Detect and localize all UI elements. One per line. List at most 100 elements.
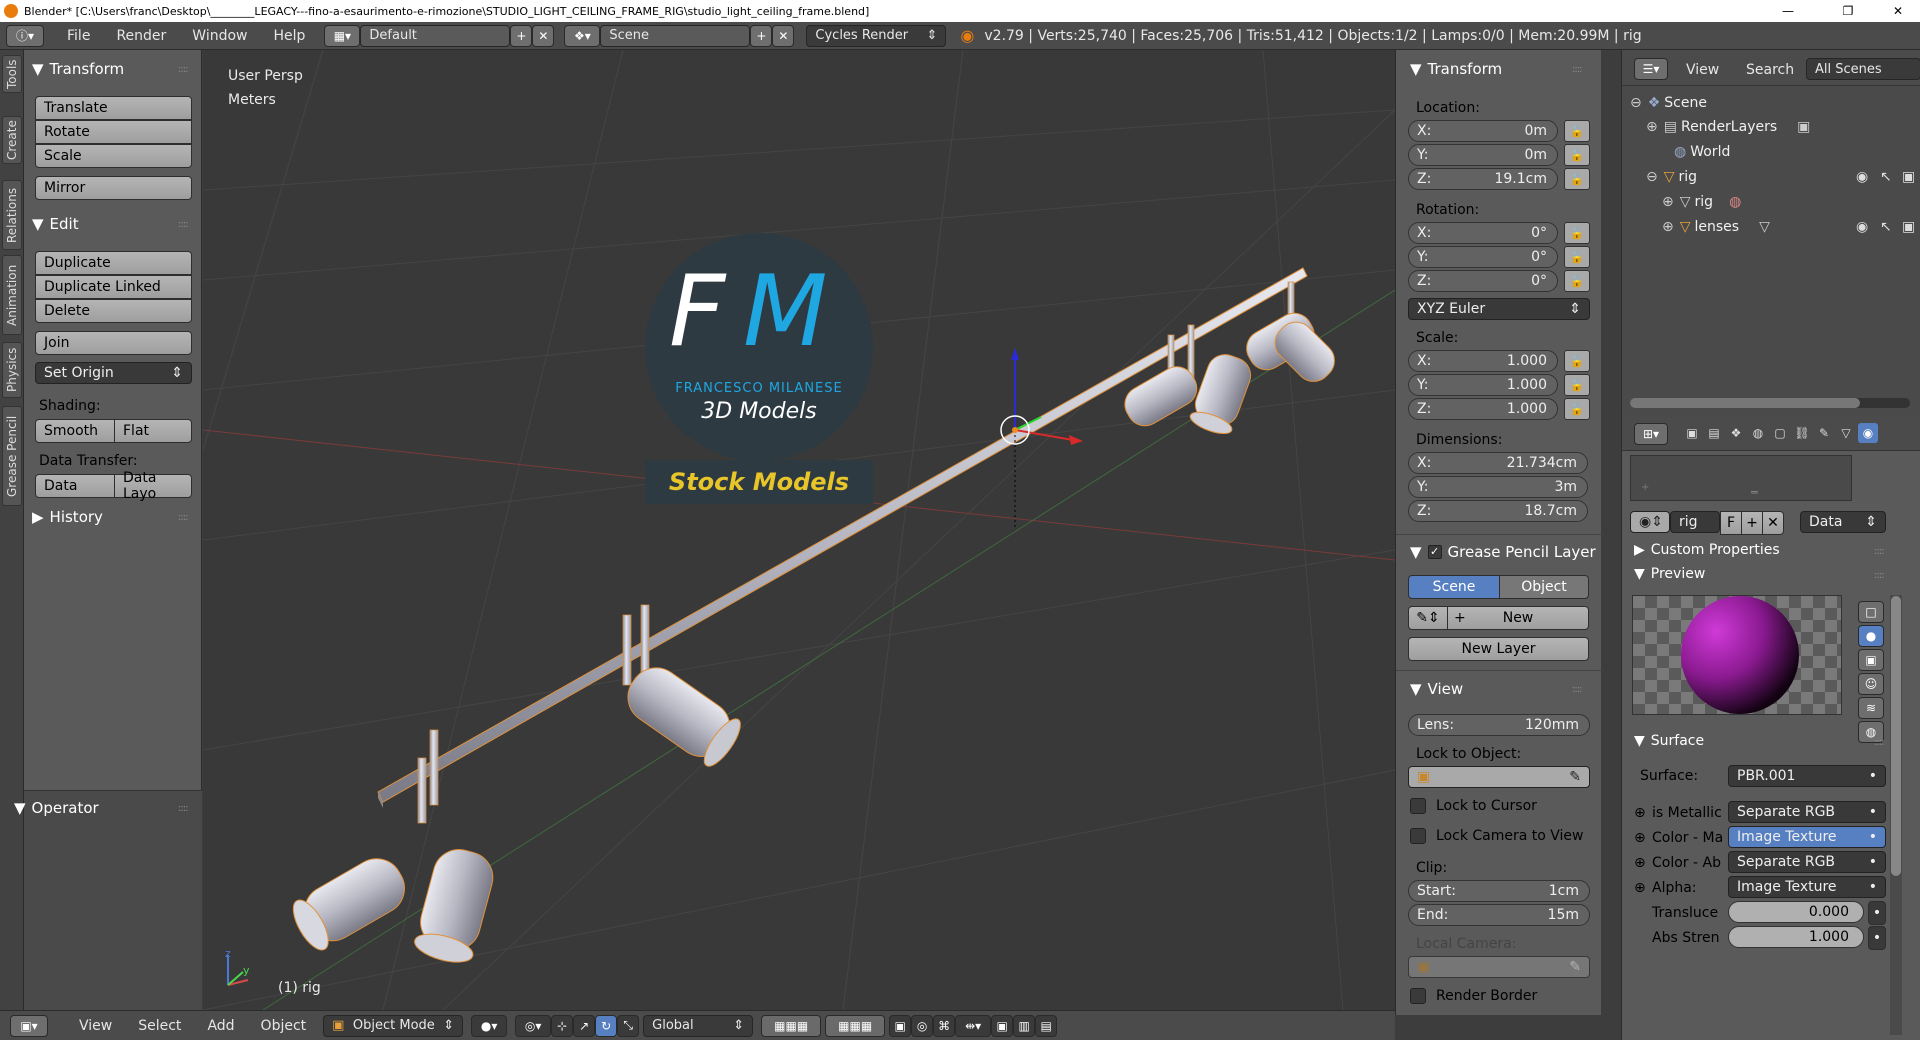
join-button[interactable]: Join (35, 331, 192, 355)
add-layout-button[interactable]: + (510, 24, 533, 47)
input-color-ab-select[interactable]: Separate RGB • (1728, 851, 1886, 873)
scrollbar-thumb[interactable] (1891, 596, 1901, 876)
tab-create[interactable]: Create (2, 116, 22, 164)
fake-user-button[interactable]: F (1720, 511, 1742, 535)
input-metallic-select[interactable]: Separate RGB • (1728, 801, 1886, 823)
opengl-render-animation-icon[interactable]: ▥ (1013, 1014, 1036, 1037)
panel-grip-icon[interactable]: :::: (178, 219, 189, 230)
selectable-cursor-icon[interactable]: ↖ (1880, 169, 1892, 185)
location-z-field[interactable]: Z: 19.1cm (1408, 168, 1558, 190)
scale-manipulator-icon[interactable]: ⤡ (617, 1014, 640, 1037)
menu-view[interactable]: View (66, 1018, 125, 1034)
rotation-x-field[interactable]: X: 0° (1408, 222, 1558, 244)
outliner-row-renderlayers[interactable]: ⊕ ▤ RenderLayers ▣ (1622, 114, 1920, 139)
tab-tools[interactable]: Tools (2, 55, 22, 93)
input-expand-icon[interactable]: ⊕ (1634, 880, 1646, 896)
screen-layout-field[interactable]: Default (360, 24, 511, 47)
remove-scene-button[interactable]: ✕ (772, 24, 795, 47)
outliner-row-scene[interactable]: ⊖ ❖ Scene (1622, 90, 1920, 115)
add-scene-button[interactable]: + (750, 24, 773, 47)
collapse-icon[interactable]: ⊖ (1646, 169, 1658, 185)
data-transfer-button[interactable]: Data (35, 474, 115, 498)
lock-icon[interactable]: 🔓 (1564, 144, 1590, 166)
viewport-shading-icon[interactable]: ●▾ (471, 1014, 508, 1037)
menu-select[interactable]: Select (125, 1018, 194, 1034)
lock-layers-icon[interactable]: ▣ (889, 1014, 912, 1037)
tab-physics[interactable]: Physics (2, 342, 22, 398)
grease-new-button[interactable]: + New (1447, 606, 1589, 630)
data-tab-icon[interactable]: ▽ (1836, 423, 1856, 443)
lock-icon[interactable]: 🔓 (1564, 168, 1590, 190)
selectable-cursor-icon[interactable]: ↖ (1880, 219, 1892, 235)
scene-field[interactable]: Scene (600, 24, 751, 47)
visibility-eye-icon[interactable]: ◉ (1856, 219, 1868, 235)
lock-camera-checkbox[interactable] (1410, 828, 1426, 844)
new-material-button[interactable]: + (1741, 511, 1763, 535)
lock-icon[interactable]: 🔓 (1564, 246, 1590, 268)
transform-orientation-select[interactable]: Global ⇕ (643, 1014, 754, 1037)
viewport-scene[interactable] (203, 50, 1395, 1010)
grease-pencil-icon[interactable]: ✎⇕ (1408, 606, 1448, 630)
panel-operator-header[interactable]: ▼ Operator (14, 799, 99, 817)
material-slot-list[interactable]: + ═ (1630, 455, 1852, 501)
panel-history-header[interactable]: ▶ History (32, 508, 103, 526)
panel-transform-header[interactable]: ▼ Transform (1410, 60, 1502, 78)
input-expand-icon[interactable]: ⊕ (1634, 855, 1646, 871)
minimize-button[interactable]: — (1766, 0, 1810, 22)
object-tab-icon[interactable]: ▢ (1770, 423, 1790, 443)
constraints-tab-icon[interactable]: ⛓ (1792, 423, 1812, 443)
menu-render[interactable]: Render (103, 28, 179, 44)
scale-button[interactable]: Scale (35, 144, 192, 168)
snap-toggle-icon[interactable]: ⌘ (933, 1014, 956, 1037)
input-color-ma-select[interactable]: Image Texture • (1728, 826, 1886, 848)
abs-strength-link-icon[interactable]: • (1868, 926, 1886, 950)
render-clip-icon[interactable]: ▤ (1035, 1014, 1058, 1037)
clip-end-field[interactable]: End: 15m (1408, 904, 1590, 926)
panel-grip-icon[interactable]: :::: (1874, 737, 1885, 748)
render-border-checkbox[interactable] (1410, 988, 1426, 1004)
world-tab-icon[interactable]: ◍ (1748, 423, 1768, 443)
menu-add[interactable]: Add (194, 1018, 247, 1034)
render-layers-tab-icon[interactable]: ▤ (1704, 423, 1724, 443)
set-origin-select[interactable]: Set Origin ⇕ (35, 362, 192, 384)
scene-icon[interactable]: ❖▾ (564, 24, 601, 47)
panel-custom-properties-header[interactable]: ▶ Custom Properties (1634, 542, 1780, 558)
outliner-row-rig[interactable]: ⊖ ▽ rig ◉ ↖ ▣ (1622, 164, 1920, 189)
panel-view-header[interactable]: ▼ View (1410, 680, 1463, 698)
panel-transform-header[interactable]: ▼ Transform (32, 60, 124, 78)
lock-object-field[interactable]: ▣ ✎ (1408, 766, 1590, 788)
preview-flat-icon[interactable]: □ (1858, 601, 1884, 623)
translucence-link-icon[interactable]: • (1868, 901, 1886, 925)
tab-grease-pencil[interactable]: Grease Pencil (2, 406, 22, 506)
outliner-search-menu[interactable]: Search (1746, 62, 1794, 78)
pivot-point-icon[interactable]: ◎▾ (515, 1014, 552, 1037)
input-expand-icon[interactable]: ⊕ (1634, 805, 1646, 821)
location-x-field[interactable]: X: 0m (1408, 120, 1558, 142)
close-window-button[interactable]: ✕ (1876, 0, 1920, 22)
surface-shader-select[interactable]: PBR.001 • (1728, 765, 1886, 787)
rotate-manipulator-icon[interactable]: ↻ (595, 1014, 618, 1037)
expand-icon[interactable]: ⊕ (1662, 194, 1674, 210)
grease-scene-button[interactable]: Scene (1408, 575, 1500, 599)
translate-button[interactable]: Translate (35, 96, 192, 120)
outliner-row-world[interactable]: ◍ World (1622, 139, 1920, 164)
editor-type-outliner-icon[interactable]: ☰▾ (1634, 58, 1668, 80)
input-alpha-select[interactable]: Image Texture • (1728, 876, 1886, 898)
screen-layout-icon[interactable]: ▦▾ (324, 24, 361, 47)
maximize-button[interactable]: ❐ (1826, 0, 1870, 22)
dimensions-z-field[interactable]: Z: 18.7cm (1408, 500, 1588, 522)
panel-grip-icon[interactable]: :::: (1572, 684, 1583, 695)
outliner-display-mode-select[interactable]: All Scenes (1806, 58, 1920, 80)
scene-layers-grid2-icon[interactable]: ▦▦▦ (825, 1014, 886, 1037)
rotation-y-field[interactable]: Y: 0° (1408, 246, 1558, 268)
panel-grip-icon[interactable]: :::: (1572, 64, 1583, 75)
interaction-mode-select[interactable]: ▣ Object Mode ⇕ (323, 1014, 464, 1037)
material-name-field[interactable]: rig (1670, 511, 1720, 533)
expand-icon[interactable]: ⊕ (1646, 119, 1658, 135)
render-tab-icon[interactable]: ▣ (1682, 423, 1702, 443)
panel-grip-icon[interactable]: :::: (178, 803, 189, 814)
lock-icon[interactable]: 🔓 (1564, 120, 1590, 142)
manipulator-toggle-icon[interactable]: ⊹ (551, 1014, 574, 1037)
panel-grip-icon[interactable]: :::: (1874, 570, 1885, 581)
proportional-edit-icon[interactable]: ◎ (911, 1014, 934, 1037)
